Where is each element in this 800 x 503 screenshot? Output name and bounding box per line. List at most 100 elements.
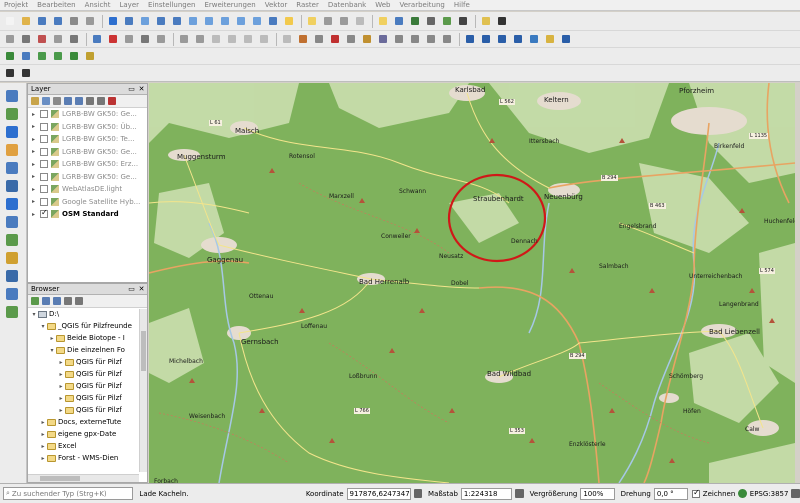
edit-tool-icon-4[interactable] bbox=[67, 32, 81, 46]
main-tool-icon-10[interactable] bbox=[154, 14, 168, 28]
menu-11[interactable]: Hilfe bbox=[454, 1, 470, 9]
edit-tool-icon-34[interactable] bbox=[511, 32, 525, 46]
edit-tool-icon-33[interactable] bbox=[495, 32, 509, 46]
main-tool-icon-23[interactable] bbox=[353, 14, 367, 28]
coordinate-field[interactable]: 917876,6247347 bbox=[346, 487, 411, 500]
edit-tool-icon-22[interactable] bbox=[328, 32, 342, 46]
main-tool-icon-1[interactable] bbox=[19, 14, 33, 28]
add-layer-tool-icon-4[interactable] bbox=[4, 160, 20, 176]
edit-tool-icon-16[interactable] bbox=[241, 32, 255, 46]
plugin-tool-icon-3[interactable] bbox=[51, 49, 65, 63]
messages-icon[interactable] bbox=[791, 489, 800, 498]
expand-arrow-icon[interactable]: ▸ bbox=[32, 173, 40, 180]
edit-tool-icon-36[interactable] bbox=[543, 32, 557, 46]
magnifier-field[interactable]: 100% bbox=[580, 487, 615, 500]
extra-tool-icon-1[interactable] bbox=[19, 66, 33, 80]
main-tool-icon-28[interactable] bbox=[424, 14, 438, 28]
edit-tool-icon-17[interactable] bbox=[257, 32, 271, 46]
refresh-icon[interactable] bbox=[42, 297, 50, 305]
browser-item[interactable]: ▸ Excel bbox=[28, 440, 147, 452]
expand-arrow-icon[interactable]: ▸ bbox=[32, 198, 40, 205]
edit-tool-icon-28[interactable] bbox=[424, 32, 438, 46]
main-tool-icon-18[interactable] bbox=[282, 14, 296, 28]
layer-visibility-checkbox[interactable] bbox=[40, 135, 48, 144]
browser-item[interactable]: ▾ _QGIS für Pilzfreunde bbox=[28, 320, 147, 332]
main-tool-icon-27[interactable] bbox=[408, 14, 422, 28]
browser-item[interactable]: ▸ QGIS für Pilzf bbox=[28, 392, 147, 404]
menu-6[interactable]: Vektor bbox=[265, 1, 288, 9]
main-tool-icon-16[interactable] bbox=[250, 14, 264, 28]
edit-tool-icon-14[interactable] bbox=[209, 32, 223, 46]
layer-item[interactable]: ▸ WebAtlasDE.light bbox=[28, 183, 147, 196]
remove-layer-icon[interactable] bbox=[108, 97, 116, 105]
edit-tool-icon-27[interactable] bbox=[408, 32, 422, 46]
add-group-icon[interactable] bbox=[42, 97, 50, 105]
main-tool-icon-25[interactable] bbox=[376, 14, 390, 28]
layer-visibility-checkbox[interactable] bbox=[40, 122, 48, 131]
expand-arrow-icon[interactable]: ▸ bbox=[57, 359, 65, 366]
plugin-tool-icon-5[interactable] bbox=[83, 49, 97, 63]
menu-7[interactable]: Raster bbox=[296, 1, 319, 9]
edit-tool-icon-2[interactable] bbox=[35, 32, 49, 46]
menu-4[interactable]: Einstellungen bbox=[148, 1, 195, 9]
edit-tool-icon-21[interactable] bbox=[312, 32, 326, 46]
browser-item[interactable]: ▸ Docs, externeTute bbox=[28, 416, 147, 428]
main-tool-icon-11[interactable] bbox=[170, 14, 184, 28]
float-icon[interactable]: ▭ bbox=[127, 85, 136, 93]
layer-item[interactable]: ▸ LGRB-BW GK50: Ge... bbox=[28, 146, 147, 159]
edit-tool-icon-24[interactable] bbox=[360, 32, 374, 46]
expand-arrow-icon[interactable]: ▸ bbox=[32, 186, 40, 193]
expand-arrow-icon[interactable]: ▸ bbox=[39, 455, 47, 462]
main-tool-icon-12[interactable] bbox=[186, 14, 200, 28]
crs-label[interactable]: EPSG:3857 bbox=[750, 490, 789, 498]
edit-tool-icon-12[interactable] bbox=[177, 32, 191, 46]
expand-arrow-icon[interactable]: ▸ bbox=[32, 161, 40, 168]
expand-arrow-icon[interactable]: ▸ bbox=[57, 383, 65, 390]
main-tool-icon-7[interactable] bbox=[106, 14, 120, 28]
add-layer-tool-icon-0[interactable] bbox=[4, 88, 20, 104]
main-tool-icon-13[interactable] bbox=[202, 14, 216, 28]
filter-icon[interactable] bbox=[53, 297, 61, 305]
main-tool-icon-8[interactable] bbox=[122, 14, 136, 28]
browser-item[interactable]: ▸ QGIS für Pilzf bbox=[28, 356, 147, 368]
browser-item[interactable]: ▸ QGIS für Pilzf bbox=[28, 368, 147, 380]
browser-item[interactable]: ▸ Beide Biotope - I bbox=[28, 332, 147, 344]
edit-tool-icon-37[interactable] bbox=[559, 32, 573, 46]
edit-tool-icon-1[interactable] bbox=[19, 32, 33, 46]
extra-tool-icon-0[interactable] bbox=[3, 66, 17, 80]
globe-icon[interactable] bbox=[738, 489, 747, 498]
layer-item[interactable]: ▸ LGRB-BW GK50: Erz... bbox=[28, 158, 147, 171]
main-tool-icon-22[interactable] bbox=[337, 14, 351, 28]
plugin-tool-icon-1[interactable] bbox=[19, 49, 33, 63]
browser-horizontal-scrollbar[interactable] bbox=[28, 474, 139, 482]
menu-5[interactable]: Erweiterungen bbox=[204, 1, 255, 9]
browser-item[interactable]: ▸ QGIS für Pilzf bbox=[28, 380, 147, 392]
add-layer-tool-icon-2[interactable] bbox=[4, 124, 20, 140]
layer-visibility-checkbox[interactable] bbox=[40, 160, 48, 169]
eye-icon[interactable] bbox=[53, 97, 61, 105]
add-layer-tool-icon-3[interactable] bbox=[4, 142, 20, 158]
main-tool-icon-0[interactable] bbox=[3, 14, 17, 28]
main-tool-icon-26[interactable] bbox=[392, 14, 406, 28]
edit-tool-icon-0[interactable] bbox=[3, 32, 17, 46]
locator-search-input[interactable]: ⌕ Zu suchender Typ (Strg+K) bbox=[3, 487, 134, 500]
expand-all-icon[interactable] bbox=[86, 97, 94, 105]
expand-arrow-icon[interactable]: ▸ bbox=[57, 395, 65, 402]
main-tool-icon-9[interactable] bbox=[138, 14, 152, 28]
layer-item[interactable]: ▸ LGRB-BW GK50: Ge... bbox=[28, 171, 147, 184]
menu-3[interactable]: Layer bbox=[119, 1, 139, 9]
scale-field[interactable]: 1:224318 bbox=[460, 487, 513, 500]
toggle-extents-icon[interactable] bbox=[413, 489, 423, 498]
main-tool-icon-4[interactable] bbox=[67, 14, 81, 28]
edit-tool-icon-20[interactable] bbox=[296, 32, 310, 46]
edit-tool-icon-13[interactable] bbox=[193, 32, 207, 46]
add-layer-tool-icon-9[interactable] bbox=[4, 250, 20, 266]
edit-tool-icon-8[interactable] bbox=[122, 32, 136, 46]
edit-tool-icon-35[interactable] bbox=[527, 32, 541, 46]
layer-item[interactable]: ▸ LGRB-BW GK50: Te... bbox=[28, 133, 147, 146]
plugin-tool-icon-4[interactable] bbox=[67, 49, 81, 63]
style-manager-icon[interactable] bbox=[31, 97, 39, 105]
edit-tool-icon-15[interactable] bbox=[225, 32, 239, 46]
edit-tool-icon-25[interactable] bbox=[376, 32, 390, 46]
float-icon[interactable]: ▭ bbox=[127, 285, 136, 293]
